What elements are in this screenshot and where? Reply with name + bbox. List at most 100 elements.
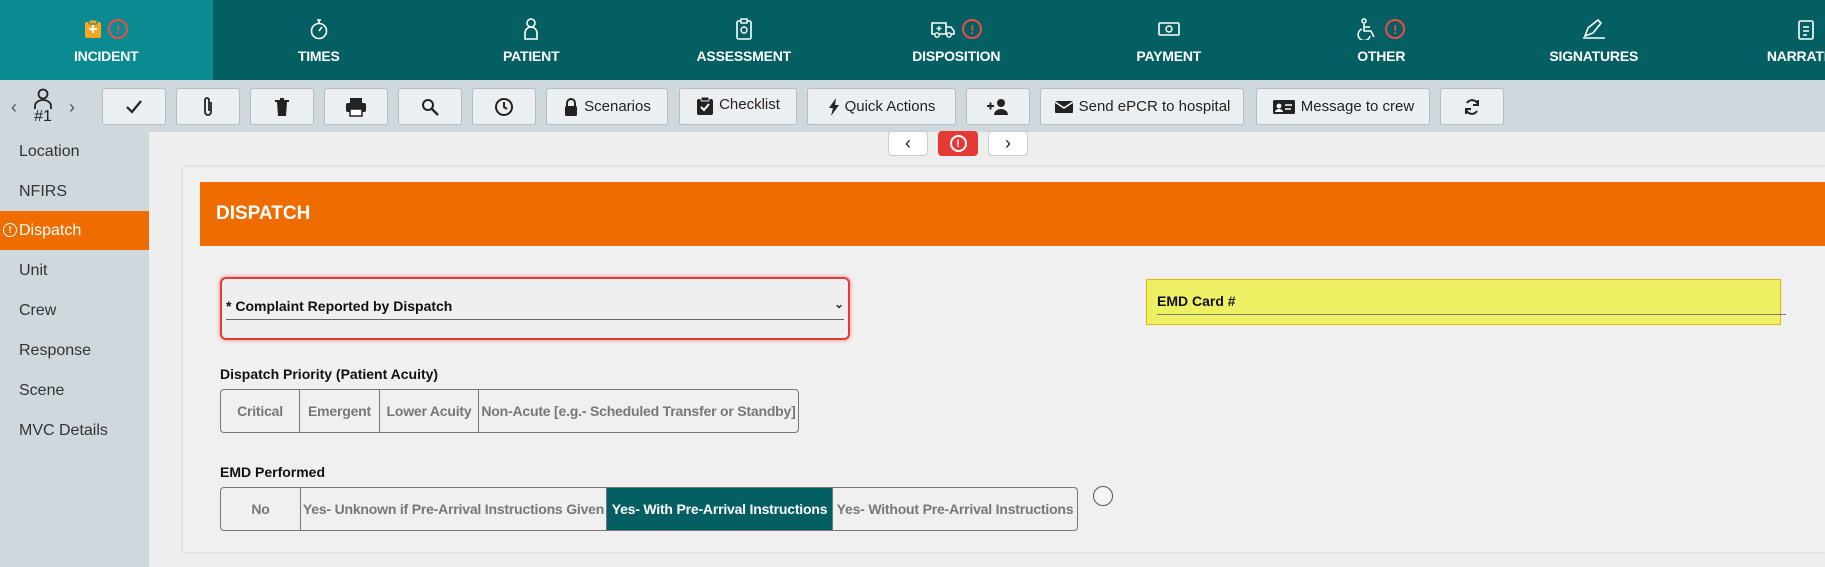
emd-option-without-instructions[interactable]: Yes- Without Pre-Arrival Instructions (833, 488, 1077, 530)
emd-option-unknown-instructions[interactable]: Yes- Unknown if Pre-Arrival Instructions… (301, 488, 607, 530)
send-epcr-label: Send ePCR to hospital (1078, 98, 1231, 115)
message-crew-label: Message to crew (1300, 98, 1415, 115)
input-underline (226, 319, 844, 320)
tab-patient[interactable]: PATIENT (425, 0, 638, 80)
sidebar-item-unit[interactable]: Unit (0, 251, 149, 290)
patient-number: #1 (34, 108, 52, 125)
emd-option-no[interactable]: No (221, 488, 301, 530)
complaint-dropdown[interactable]: * Complaint Reported by Dispatch ⌄ (220, 277, 850, 340)
add-user-icon (987, 98, 1008, 115)
stopwatch-icon (310, 19, 328, 40)
patient-switcher: ‹ #1 › (8, 86, 78, 128)
alert-icon: ! (949, 135, 967, 152)
id-card-icon (1272, 99, 1295, 114)
emd-performed-segmented-control: No Yes- Unknown if Pre-Arrival Instructi… (220, 487, 1078, 531)
complaint-label: * Complaint Reported by Dispatch (226, 298, 453, 314)
priority-segmented-control: Critical Emergent Lower Acuity Non-Acute… (220, 389, 799, 433)
tab-label: TIMES (297, 48, 340, 64)
print-button[interactable] (324, 88, 388, 125)
quick-actions-label: Quick Actions (844, 98, 936, 115)
document-icon (1798, 20, 1815, 40)
alert-icon: ! (962, 19, 983, 39)
patient-indicator[interactable]: #1 (33, 88, 53, 126)
add-person-button[interactable] (966, 88, 1030, 125)
input-underline (1157, 314, 1786, 315)
lock-icon (565, 97, 578, 116)
sidebar-item-dispatch[interactable]: ! Dispatch (0, 211, 149, 250)
tab-label: INCIDENT (73, 48, 139, 64)
tab-payment[interactable]: PAYMENT (1063, 0, 1276, 80)
wheelchair-icon (1357, 18, 1375, 40)
save-check-button[interactable] (102, 88, 166, 125)
scenarios-button[interactable]: Scenarios (546, 88, 668, 125)
priority-label: Dispatch Priority (Patient Acuity) (220, 366, 439, 382)
clipboard-plus-icon (85, 19, 102, 38)
delete-button[interactable] (250, 88, 314, 125)
sidebar-item-location[interactable]: Location (0, 132, 149, 171)
checkmark-icon (126, 99, 142, 114)
clock-icon (495, 97, 513, 116)
sidebar-item-label: NFIRS (19, 182, 67, 200)
sidebar-item-label: Location (19, 142, 80, 160)
section-sidebar: Location NFIRS ! Dispatch Unit Crew Resp… (0, 132, 149, 567)
priority-option-emergent[interactable]: Emergent (300, 390, 380, 432)
envelope-icon (1054, 100, 1074, 113)
next-section-button[interactable]: › (988, 131, 1028, 156)
person-icon (524, 18, 539, 40)
tab-narrative[interactable]: NARRATIVE (1700, 0, 1825, 80)
attach-button[interactable] (176, 88, 240, 125)
tab-assessment[interactable]: ASSESSMENT (638, 0, 851, 80)
priority-option-critical[interactable]: Critical (221, 390, 300, 432)
search-button[interactable] (398, 88, 462, 125)
tab-times[interactable]: TIMES (213, 0, 426, 80)
sidebar-item-nfirs[interactable]: NFIRS (0, 172, 149, 211)
tab-label: ASSESSMENT (696, 48, 792, 64)
emd-card-label: EMD Card # (1157, 293, 1236, 309)
next-patient-button[interactable]: › (66, 97, 78, 118)
alert-icon: ! (108, 19, 129, 39)
sidebar-item-label: Unit (19, 261, 48, 279)
checklist-button[interactable]: Checklist (679, 88, 797, 125)
printer-icon (346, 97, 366, 117)
checklist-label: Checklist (719, 96, 780, 113)
priority-option-lower-acuity[interactable]: Lower Acuity (380, 390, 479, 432)
tab-label: PATIENT (503, 48, 560, 64)
history-button[interactable] (472, 88, 536, 125)
refresh-icon (1465, 98, 1479, 115)
send-epcr-button[interactable]: Send ePCR to hospital (1040, 88, 1244, 125)
sidebar-item-scene[interactable]: Scene (0, 371, 149, 410)
emd-card-field[interactable]: EMD Card # (1146, 279, 1786, 325)
person-icon (34, 88, 52, 109)
tab-signatures[interactable]: SIGNATURES (1488, 0, 1701, 80)
checklist-icon (697, 96, 714, 115)
sidebar-item-label: Scene (19, 381, 65, 399)
clipboard-check-icon (735, 18, 752, 40)
prev-patient-button[interactable]: ‹ (8, 97, 20, 118)
refresh-button[interactable] (1440, 88, 1504, 125)
top-nav: ! INCIDENT TIMES PATIENT ASSESSMENT ! DI… (0, 0, 1825, 80)
sidebar-item-crew[interactable]: Crew (0, 291, 149, 330)
next-alert-button[interactable]: ! (938, 131, 978, 156)
toolbar: ‹ #1 › Scenarios Checklist Quick Actions (0, 80, 1825, 132)
quick-actions-button[interactable]: Quick Actions (807, 88, 956, 125)
tab-disposition[interactable]: ! DISPOSITION (850, 0, 1063, 80)
lightning-icon (828, 97, 839, 116)
sidebar-item-mvc-details[interactable]: MVC Details (0, 411, 149, 450)
scenarios-label: Scenarios (584, 98, 651, 115)
clear-selection-radio[interactable] (1093, 486, 1113, 506)
tab-incident[interactable]: ! INCIDENT (0, 0, 213, 80)
sidebar-item-label: Crew (19, 301, 57, 319)
sidebar-item-label: Dispatch (19, 221, 82, 239)
emd-option-with-instructions[interactable]: Yes- With Pre-Arrival Instructions (607, 488, 833, 530)
tab-other[interactable]: ! OTHER (1275, 0, 1488, 80)
trash-icon (275, 97, 289, 116)
prev-section-button[interactable]: ‹ (888, 131, 928, 156)
priority-option-non-acute[interactable]: Non-Acute [e.g.- Scheduled Transfer or S… (479, 390, 798, 432)
tab-label: NARRATIVE (1766, 48, 1825, 64)
sidebar-item-response[interactable]: Response (0, 331, 149, 370)
emd-performed-label: EMD Performed (220, 464, 326, 480)
tab-label: PAYMENT (1136, 48, 1202, 64)
alert-icon: ! (3, 223, 17, 237)
message-crew-button[interactable]: Message to crew (1256, 88, 1430, 125)
paperclip-icon (204, 96, 212, 116)
